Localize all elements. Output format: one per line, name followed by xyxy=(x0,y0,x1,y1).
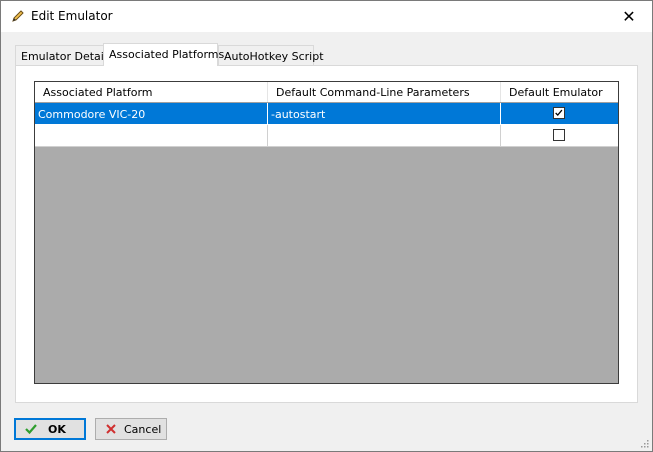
cancel-label: Cancel xyxy=(124,422,162,436)
checkmark-icon xyxy=(555,109,563,117)
tab-label: Associated Platforms xyxy=(109,48,225,61)
platform-cell[interactable] xyxy=(35,125,268,147)
column-header-default-emulator[interactable]: Default Emulator xyxy=(501,82,618,102)
platforms-grid[interactable]: Associated Platform Default Command-Line… xyxy=(34,81,619,384)
x-icon xyxy=(106,424,116,434)
table-row[interactable]: Commodore VIC-20 -autostart xyxy=(35,103,618,125)
table-row[interactable] xyxy=(35,125,618,147)
ok-label: OK xyxy=(48,422,66,436)
edit-emulator-dialog: Edit Emulator ✕ Emulator Details Associa… xyxy=(0,0,653,452)
title-bar: Edit Emulator ✕ xyxy=(1,1,652,32)
grid-header: Associated Platform Default Command-Line… xyxy=(35,82,618,103)
cancel-button[interactable]: Cancel xyxy=(95,418,167,440)
window-title: Edit Emulator xyxy=(31,9,113,23)
column-label: Default Emulator xyxy=(509,86,603,99)
default-emulator-checkbox[interactable] xyxy=(553,129,565,141)
tab-autohotkey-script[interactable]: AutoHotkey Script xyxy=(218,45,324,65)
column-label: Default Command-Line Parameters xyxy=(276,86,470,99)
column-label: Associated Platform xyxy=(43,86,153,99)
params-cell[interactable] xyxy=(268,125,501,147)
checkmark-icon xyxy=(25,424,37,435)
tab-label: AutoHotkey Script xyxy=(224,50,324,63)
default-cell[interactable] xyxy=(501,103,618,125)
ok-button[interactable]: OK xyxy=(14,418,86,440)
close-icon: ✕ xyxy=(622,7,636,26)
column-header-associated-platform[interactable]: Associated Platform xyxy=(35,82,268,102)
default-cell[interactable] xyxy=(501,125,618,147)
pencil-icon xyxy=(12,10,24,22)
default-emulator-checkbox[interactable] xyxy=(553,107,565,119)
tab-associated-platforms[interactable]: Associated Platforms xyxy=(103,43,224,66)
platform-cell[interactable]: Commodore VIC-20 xyxy=(35,103,268,125)
resize-grip-icon[interactable] xyxy=(639,438,649,448)
tab-emulator-details[interactable]: Emulator Details xyxy=(15,45,113,65)
close-button[interactable]: ✕ xyxy=(606,1,652,32)
tab-label: Emulator Details xyxy=(21,50,113,63)
params-cell[interactable]: -autostart xyxy=(268,103,501,125)
column-header-command-line-parameters[interactable]: Default Command-Line Parameters xyxy=(268,82,501,102)
